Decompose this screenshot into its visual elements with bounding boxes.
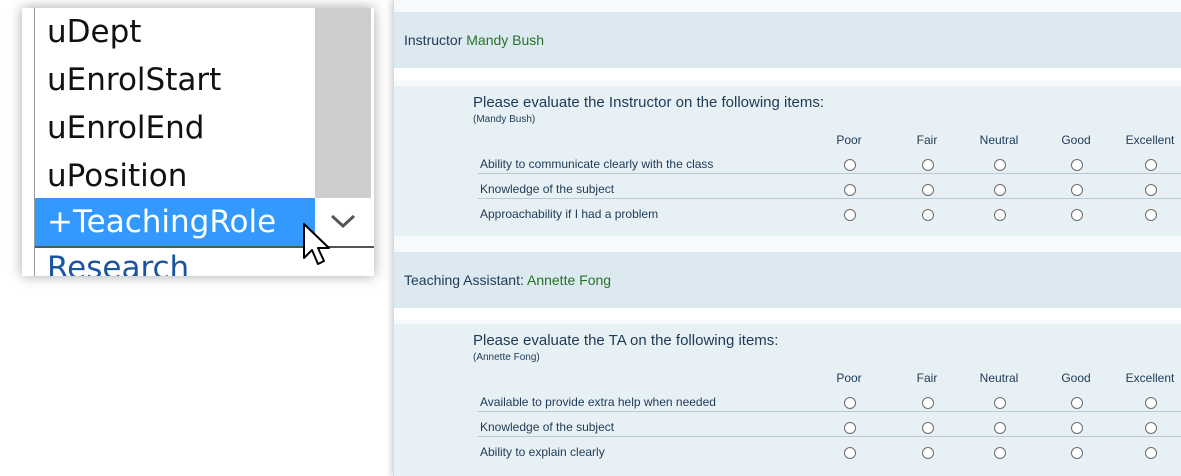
dropdown-option[interactable]: Research — [35, 244, 315, 276]
ta-label: Teaching Assistant: — [404, 272, 524, 288]
radio-neutral[interactable] — [994, 184, 1006, 196]
dropdown-option[interactable]: uPosition — [35, 152, 315, 200]
dropdown-option[interactable]: uDept — [35, 8, 315, 56]
rating-item-label: Knowledge of the subject — [480, 420, 615, 434]
column-fair: Fair — [916, 133, 938, 147]
radio-excellent[interactable] — [1145, 209, 1157, 221]
radio-good[interactable] — [1071, 209, 1083, 221]
dropdown-option[interactable]: uEnrolStart — [35, 56, 315, 104]
ta-questions: Please evaluate the TA on the following … — [394, 324, 1181, 476]
column-excellent: Excellent — [1125, 133, 1175, 147]
column-neutral: Neutral — [979, 133, 1019, 147]
radio-good[interactable] — [1071, 184, 1083, 196]
dropdown-option[interactable]: uEnrolEnd — [35, 104, 315, 152]
rating-item-label: Ability to communicate clearly with the … — [480, 157, 714, 171]
ta-name: Annette Fong — [526, 272, 612, 288]
radio-good[interactable] — [1071, 447, 1083, 459]
ta-header: Teaching Assistant: Annette Fong — [394, 252, 1181, 308]
ta-heading: Teaching Assistant: Annette Fong — [404, 272, 611, 288]
instructor-header: Instructor Mandy Bush — [394, 12, 1181, 68]
rating-item-label: Knowledge of the subject — [480, 182, 615, 196]
radio-excellent[interactable] — [1145, 422, 1157, 434]
radio-neutral[interactable] — [994, 209, 1006, 221]
radio-good[interactable] — [1071, 159, 1083, 171]
column-excellent: Excellent — [1125, 371, 1175, 385]
instructor-question-title: Please evaluate the Instructor on the fo… — [473, 94, 825, 111]
dropdown-option-selected[interactable]: +TeachingRole — [35, 198, 315, 246]
column-good: Good — [1061, 133, 1091, 147]
radio-good[interactable] — [1071, 397, 1083, 409]
radio-poor[interactable] — [844, 422, 856, 434]
radio-neutral[interactable] — [994, 159, 1006, 171]
section-gap — [394, 308, 1181, 320]
radio-excellent[interactable] — [1145, 447, 1157, 459]
dropdown-snippet: uDept uEnrolStart uEnrolEnd uPosition +T… — [0, 0, 390, 290]
row-divider — [816, 173, 1181, 174]
mouse-pointer-icon — [303, 223, 330, 265]
radio-fair[interactable] — [922, 184, 934, 196]
instructor-label: Instructor — [404, 32, 463, 48]
radio-excellent[interactable] — [1145, 397, 1157, 409]
radio-poor[interactable] — [844, 159, 856, 171]
radio-poor[interactable] — [844, 397, 856, 409]
radio-neutral[interactable] — [994, 422, 1006, 434]
radio-poor[interactable] — [844, 209, 856, 221]
instructor-name: Mandy Bush — [466, 32, 545, 48]
radio-excellent[interactable] — [1145, 159, 1157, 171]
radio-neutral[interactable] — [994, 397, 1006, 409]
column-poor: Poor — [836, 371, 862, 385]
column-neutral: Neutral — [979, 371, 1019, 385]
radio-poor[interactable] — [844, 447, 856, 459]
instructor-questions: Please evaluate the Instructor on the fo… — [394, 86, 1181, 236]
rating-item-label: Ability to explain clearly — [480, 445, 605, 459]
section-gap — [394, 68, 1181, 80]
ta-question-title: Please evaluate the TA on the following … — [473, 332, 779, 349]
radio-good[interactable] — [1071, 422, 1083, 434]
radio-fair[interactable] — [922, 397, 934, 409]
column-poor: Poor — [836, 133, 862, 147]
column-fair: Fair — [916, 371, 938, 385]
radio-fair[interactable] — [922, 159, 934, 171]
radio-fair[interactable] — [922, 209, 934, 221]
row-divider — [478, 173, 818, 174]
ta-question-subtitle: (Annette Fong) — [473, 352, 540, 363]
row-divider — [478, 411, 1181, 412]
column-good: Good — [1061, 371, 1091, 385]
row-divider — [478, 436, 1181, 437]
radio-neutral[interactable] — [994, 447, 1006, 459]
course-evaluation-form: Instructor Mandy Bush Please evaluate th… — [393, 0, 1181, 476]
row-divider — [478, 198, 1181, 199]
rating-item-label: Available to provide extra help when nee… — [480, 395, 716, 409]
radio-fair[interactable] — [922, 447, 934, 459]
rating-item-label: Approachability if I had a problem — [480, 207, 659, 221]
radio-poor[interactable] — [844, 184, 856, 196]
radio-excellent[interactable] — [1145, 184, 1157, 196]
dropdown-scrollbar[interactable] — [315, 8, 371, 198]
instructor-heading: Instructor Mandy Bush — [404, 32, 544, 48]
instructor-question-subtitle: (Mandy Bush) — [473, 114, 536, 125]
radio-fair[interactable] — [922, 422, 934, 434]
